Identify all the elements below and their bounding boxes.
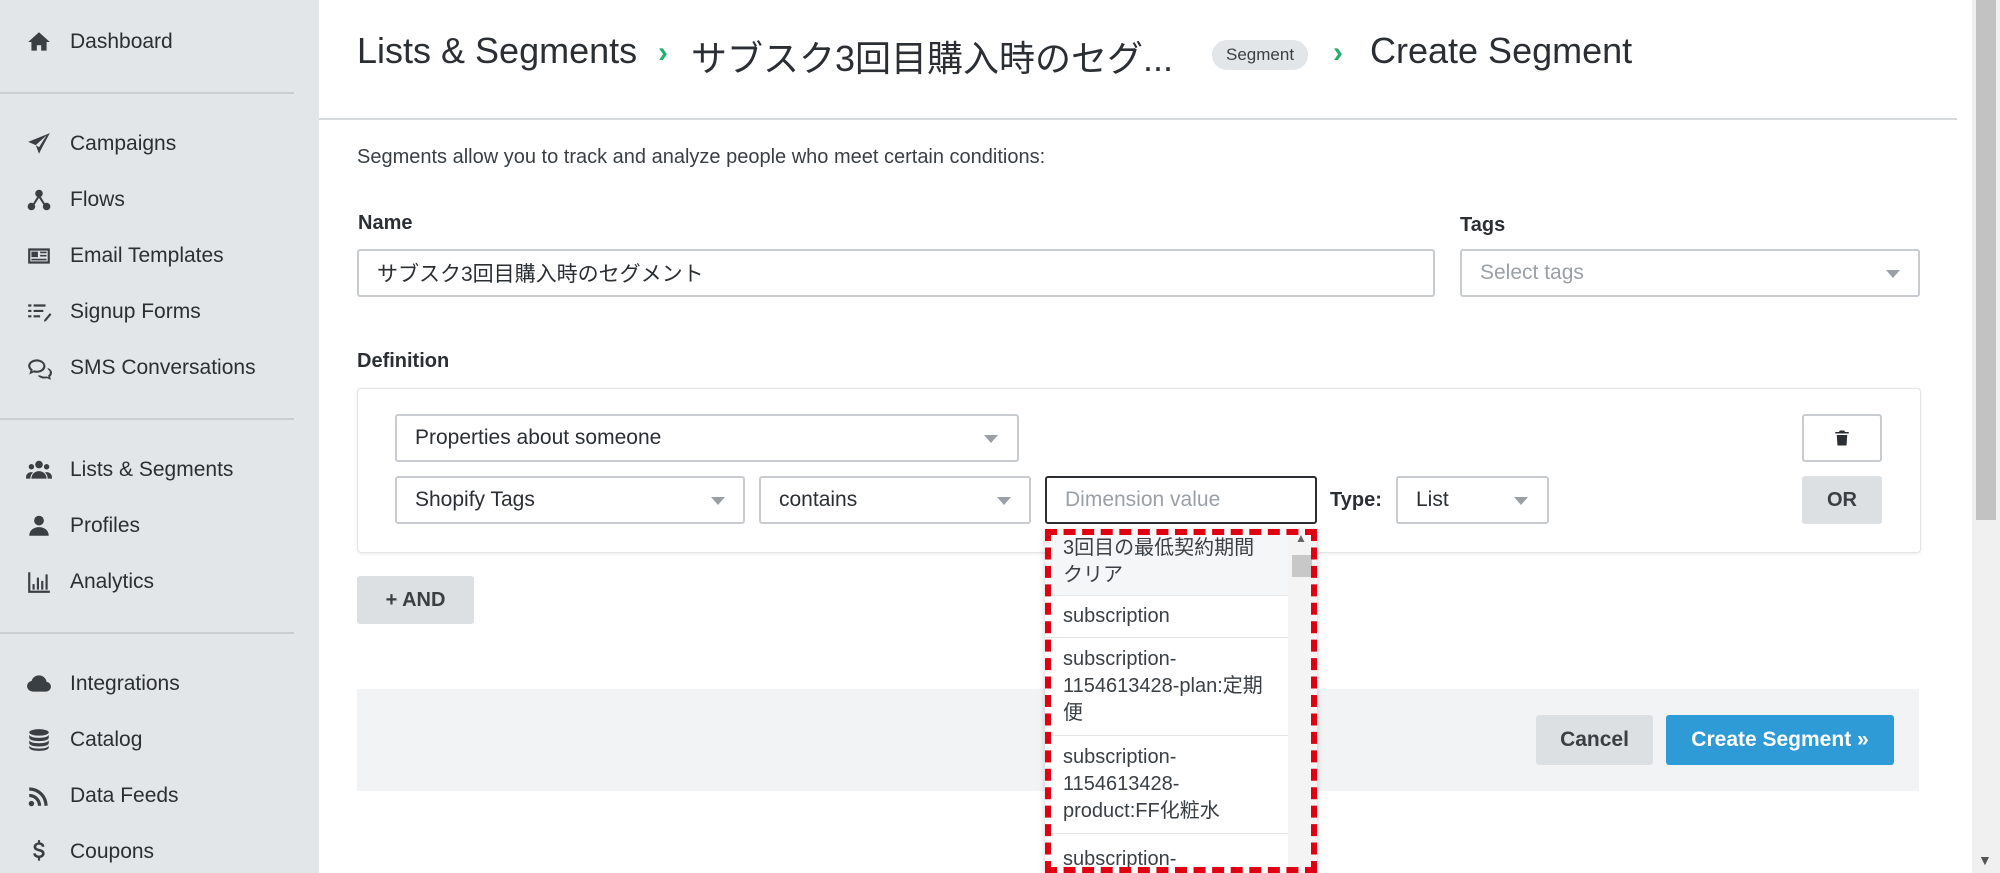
cloud-icon bbox=[24, 669, 54, 699]
dropdown-option[interactable]: 3回目の最低契約期間クリア bbox=[1045, 529, 1288, 596]
sidebar-item-signup-forms[interactable]: Signup Forms bbox=[24, 292, 201, 332]
sidebar-divider bbox=[0, 632, 294, 634]
page-title: Create Segment bbox=[1370, 30, 1633, 71]
users-icon bbox=[24, 455, 54, 485]
sidebar-item-lists-segments[interactable]: Lists & Segments bbox=[24, 450, 233, 490]
list-pen-icon bbox=[24, 297, 54, 327]
sidebar-item-data-feeds[interactable]: Data Feeds bbox=[24, 776, 179, 816]
home-icon bbox=[24, 27, 54, 57]
add-and-condition-button[interactable]: + AND bbox=[357, 576, 474, 624]
segment-badge: Segment bbox=[1212, 40, 1309, 70]
dimension-value-placeholder: Dimension value bbox=[1065, 488, 1221, 511]
definition-label: Definition bbox=[357, 350, 450, 372]
type-value: List bbox=[1416, 488, 1449, 511]
operator-select[interactable]: contains bbox=[759, 476, 1031, 524]
tags-label: Tags bbox=[1460, 214, 1506, 236]
user-icon bbox=[24, 511, 54, 541]
create-segment-button[interactable]: Create Segment » bbox=[1666, 715, 1894, 765]
tags-placeholder: Select tags bbox=[1480, 261, 1584, 284]
dimension-value-dropdown: 3回目の最低契約期間クリア subscription subscription-… bbox=[1045, 529, 1317, 873]
name-input[interactable]: サブスク3回目購入時のセグメント bbox=[357, 249, 1435, 297]
chevron-down-icon bbox=[997, 497, 1011, 505]
trash-icon bbox=[1835, 430, 1849, 446]
chevron-down-icon bbox=[711, 497, 725, 505]
breadcrumb-lists-segments[interactable]: Lists & Segments bbox=[357, 30, 637, 72]
tags-select[interactable]: Select tags bbox=[1460, 249, 1920, 297]
cancel-button[interactable]: Cancel bbox=[1536, 715, 1653, 765]
sidebar-divider bbox=[0, 92, 294, 94]
type-label: Type: bbox=[1330, 489, 1382, 511]
sidebar-item-flows[interactable]: Flows bbox=[24, 180, 125, 220]
chevron-down-icon bbox=[1514, 497, 1528, 505]
dollar-icon bbox=[24, 837, 54, 867]
bar-chart-icon bbox=[24, 567, 54, 597]
name-input-value: サブスク3回目購入時のセグメント bbox=[377, 263, 704, 286]
chevron-right-icon: › bbox=[658, 36, 668, 69]
page-scrollbar-thumb[interactable] bbox=[1976, 0, 1996, 520]
paper-plane-icon bbox=[24, 129, 54, 159]
chevron-down-icon bbox=[1886, 270, 1900, 278]
segment-intro-text: Segments allow you to track and analyze … bbox=[357, 146, 1046, 168]
operator-value: contains bbox=[779, 488, 858, 511]
condition-type-value: Properties about someone bbox=[415, 426, 662, 449]
or-button[interactable]: OR bbox=[1802, 476, 1882, 524]
sidebar-item-integrations[interactable]: Integrations bbox=[24, 664, 180, 704]
database-icon bbox=[24, 725, 54, 755]
breadcrumb-segment-name[interactable]: サブスク3回目購入時のセグ... bbox=[691, 30, 1173, 82]
breadcrumb: Lists & Segments › サブスク3回目購入時のセグ... Segm… bbox=[319, 0, 1957, 120]
sidebar-item-profiles[interactable]: Profiles bbox=[24, 506, 140, 546]
condition-type-select[interactable]: Properties about someone bbox=[395, 414, 1019, 462]
scroll-down-arrow-icon[interactable]: ▼ bbox=[1978, 852, 1992, 868]
sidebar-item-email-templates[interactable]: Email Templates bbox=[24, 236, 224, 276]
dropdown-scrollbar-thumb[interactable] bbox=[1292, 555, 1312, 577]
rss-icon bbox=[24, 781, 54, 811]
property-value: Shopify Tags bbox=[415, 488, 535, 511]
sidebar-item-campaigns[interactable]: Campaigns bbox=[24, 124, 176, 164]
delete-condition-button[interactable] bbox=[1802, 414, 1882, 462]
dropdown-option[interactable]: subscription-1154613428-product:FF化粧水 bbox=[1045, 736, 1288, 834]
sidebar-item-sms-conversations[interactable]: SMS Conversations bbox=[24, 348, 256, 388]
chevron-down-icon bbox=[984, 435, 998, 443]
sidebar-item-coupons[interactable]: Coupons bbox=[24, 832, 154, 872]
property-select[interactable]: Shopify Tags bbox=[395, 476, 745, 524]
newspaper-icon bbox=[24, 241, 54, 271]
dropdown-option[interactable]: subscription- bbox=[1045, 834, 1288, 873]
sidebar-item-catalog[interactable]: Catalog bbox=[24, 720, 142, 760]
sidebar-item-dashboard[interactable]: Dashboard bbox=[24, 22, 173, 62]
chevron-right-icon: › bbox=[1333, 36, 1343, 69]
dropdown-scrollbar[interactable] bbox=[1288, 529, 1317, 873]
sidebar: Dashboard Campaigns Flows Email Template… bbox=[0, 0, 319, 873]
sidebar-item-analytics[interactable]: Analytics bbox=[24, 562, 154, 602]
sidebar-divider bbox=[0, 418, 294, 420]
chat-bubbles-icon bbox=[24, 353, 54, 383]
dimension-value-input[interactable]: Dimension value bbox=[1045, 476, 1317, 524]
dropdown-option[interactable]: subscription bbox=[1045, 596, 1288, 638]
dropdown-option[interactable]: subscription-1154613428-plan:定期便 bbox=[1045, 638, 1288, 736]
flow-icon bbox=[24, 185, 54, 215]
name-label: Name bbox=[358, 212, 413, 234]
scroll-up-arrow-icon[interactable]: ▲ bbox=[1295, 531, 1307, 545]
